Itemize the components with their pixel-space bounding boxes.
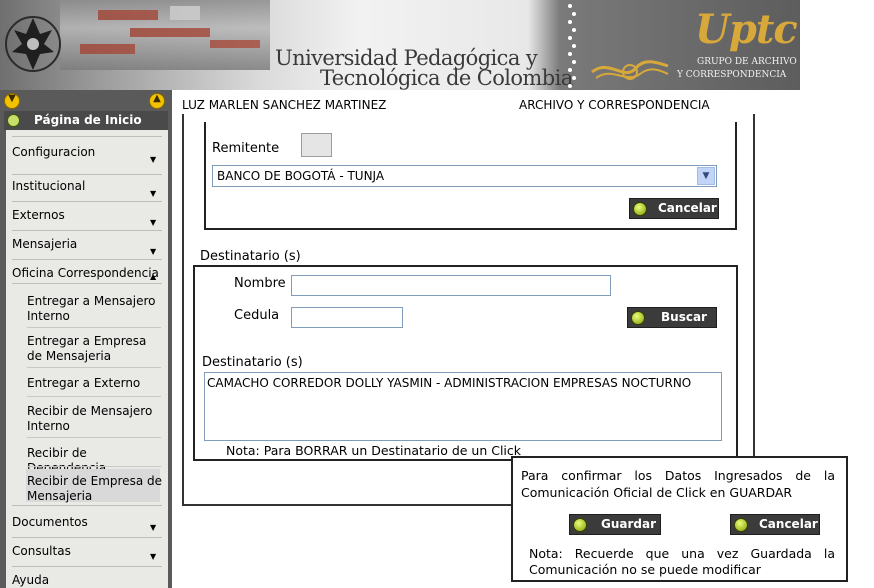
logo-subtitle-line1: GRUPO DE ARCHIVO [697, 57, 797, 67]
university-name-line2: Tecnológica de Colombia [320, 66, 573, 90]
sidebar-item-ayuda[interactable]: Ayuda [12, 573, 168, 587]
home-link[interactable]: Página de Inicio [4, 111, 168, 130]
sidebar-subitem-recibir-mensajero[interactable]: Recibir de Mensajero Interno [27, 404, 163, 434]
remitente-toggle[interactable] [301, 133, 332, 157]
sidebar-subitem-entregar-externo[interactable]: Entregar a Externo [27, 376, 163, 391]
confirm-message: Para confirmar los Datos Ingresados de l… [521, 468, 835, 500]
destinatario-list-item[interactable]: CAMACHO CORREDOR DOLLY YASMIN - ADMINIST… [207, 376, 691, 390]
green-led-icon [573, 518, 587, 532]
sidebar-item-configuracion[interactable]: Configuracion ▼ [12, 145, 168, 164]
cedula-input[interactable] [291, 307, 403, 328]
remitente-selected-value: BANCO DE BOGOTÁ - TUNJA [217, 169, 385, 183]
remitente-cancel-button[interactable]: Cancelar [629, 198, 719, 219]
destinatario-list[interactable]: CAMACHO CORREDOR DOLLY YASMIN - ADMINIST… [204, 372, 722, 441]
buscar-button[interactable]: Buscar [627, 307, 717, 328]
logo-swirl-icon [591, 60, 669, 80]
chevron-down-icon: ▼ [150, 247, 157, 256]
header-banner: Universidad Pedagógica y Tecnológica de … [0, 0, 800, 90]
sidebar-item-consultas[interactable]: Consultas ▼ [12, 544, 168, 561]
sidebar-subitem-entregar-empresa[interactable]: Entregar a Empresa de Mensajeria [27, 334, 163, 364]
home-bullet-icon [7, 114, 20, 127]
chevron-down-icon: ▼ [150, 523, 157, 532]
destinatario-section-title: Destinatario (s) [200, 249, 301, 264]
sidebar-item-oficina-correspondencia[interactable]: Oficina Correspondencia ▲ [12, 266, 168, 281]
chevron-down-icon: ▼ [150, 552, 157, 561]
destinatario-list-label: Destinatario (s) [202, 355, 303, 370]
guardar-button[interactable]: Guardar [569, 514, 661, 535]
confirm-cancel-button[interactable]: Cancelar [730, 514, 820, 535]
green-led-icon [633, 202, 647, 216]
logo-subtitle-line2: Y CORRESPONDENCIA [677, 70, 787, 80]
sidebar-item-externos[interactable]: Externos ▼ [12, 208, 168, 227]
chevron-down-icon: ▼ [150, 155, 157, 164]
green-led-icon [734, 518, 748, 532]
sidebar: ▼ ▲ Página de Inicio Configuracion ▼ Inst… [0, 90, 172, 588]
sidebar-item-documentos[interactable]: Documentos ▼ [12, 515, 168, 532]
chevron-up-icon: ▲ [150, 272, 157, 281]
sidebar-menu: Configuracion ▼ Institucional ▼ Externos ▼ … [6, 130, 168, 588]
destinatario-note: Nota: Para BORRAR un Destinatario de un … [226, 443, 522, 458]
sidebar-item-institucional[interactable]: Institucional ▼ [12, 179, 168, 198]
scroll-up-arrow-icon[interactable]: ▲ [149, 93, 165, 109]
confirm-note: Nota: Recuerde que una vez Guardada la C… [529, 546, 835, 577]
chevron-down-icon: ▼ [150, 189, 157, 198]
nombre-input[interactable] [291, 275, 611, 296]
sidebar-item-mensajeria[interactable]: Mensajeria ▼ [12, 237, 168, 256]
university-seal-icon [5, 16, 61, 72]
uptc-logo: Uptc [695, 6, 798, 53]
green-led-icon [631, 311, 645, 325]
decorative-dots [568, 4, 576, 88]
remitente-select[interactable]: BANCO DE BOGOTÁ - TUNJA ▼ [212, 165, 717, 187]
confirm-dialog: Para confirmar los Datos Ingresados de l… [511, 456, 848, 582]
cedula-label: Cedula [234, 308, 280, 323]
scroll-down-arrow-icon[interactable]: ▼ [4, 93, 20, 109]
user-name: LUZ MARLEN SANCHEZ MARTINEZ [182, 98, 387, 112]
sidebar-subitem-entregar-mensajero[interactable]: Entregar a Mensajero Interno [27, 294, 163, 324]
nombre-label: Nombre [234, 276, 286, 291]
area-name: ARCHIVO Y CORRESPONDENCIA [519, 98, 710, 112]
home-label: Página de Inicio [34, 113, 142, 127]
sidebar-subitem-recibir-empresa[interactable]: Recibir de Empresa de Mensajeria [27, 474, 163, 504]
dropdown-arrow-icon[interactable]: ▼ [697, 167, 715, 185]
remitente-label: Remitente [212, 141, 280, 156]
campus-photo [60, 0, 270, 70]
chevron-down-icon: ▼ [150, 218, 157, 227]
